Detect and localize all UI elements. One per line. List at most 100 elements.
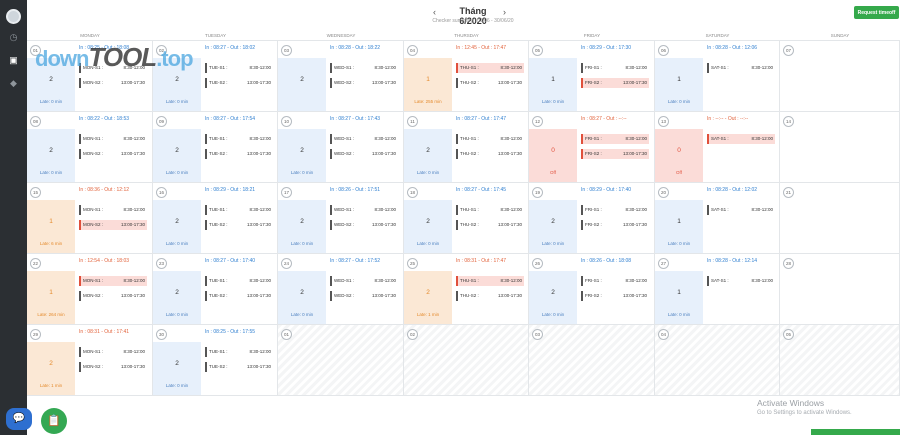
day-cell[interactable]: 06 In : 08:28 - Out : 12:06 1 Late: 0 min SA… [655,41,780,112]
shift-entry[interactable]: TUE-S1 : 8:30-12:00 [205,347,273,357]
shift-count: 2 [551,289,555,296]
shift-entry[interactable]: WED-S1 : 8:30-12:00 [330,134,398,144]
day-cell[interactable]: 21 [780,183,900,254]
shift-entry[interactable]: FRI-S1 : 8:30-12:00 [581,134,649,144]
shift-entry[interactable]: MON-S1 : 8:30-12:00 [79,205,147,215]
request-timeoff-button[interactable]: Request timeoff [854,6,899,19]
shift-entry[interactable]: WED-S2 : 13:00-17:30 [330,78,398,88]
shift-entry[interactable]: TUE-S1 : 8:30-12:00 [205,63,273,73]
shift-entry[interactable]: SAT-S1 : 8:30-12:00 [707,205,775,215]
shift-time: 13:00-17:30 [371,222,396,227]
day-cell[interactable]: 01 [278,325,404,396]
shift-entry[interactable]: MON-S1 : 8:30-12:00 [79,347,147,357]
day-cell[interactable]: 10 In : 08:27 - Out : 17:43 2 Late: 0 min WE… [278,112,404,183]
day-cell[interactable]: 11 In : 08:27 - Out : 17:47 2 Late: 0 min TH… [404,112,529,183]
shift-time: 13:00-17:30 [497,222,522,227]
shift-entry[interactable]: WED-S1 : 8:30-12:00 [330,205,398,215]
shift-entry[interactable]: MON-S1 : 8:30-12:00 [79,276,147,286]
checker-summary: Checker summary : 01/06 - 30/06/20 [432,18,514,24]
day-cell[interactable]: 22 In : 12:54 - Out : 18:03 1 Late: 264 min… [27,254,153,325]
shift-entry[interactable]: FRI-S1 : 8:30-12:00 [581,276,649,286]
shift-entry[interactable]: TUE-S1 : 8:30-12:00 [205,276,273,286]
shift-entry[interactable]: SAT-S1 : 8:30-12:00 [707,134,775,144]
day-cell[interactable]: 04 In : 12:45 - Out : 17:47 1 Late: 255 min… [404,41,529,112]
day-cell[interactable]: 25 In : 08:31 - Out : 17:47 2 Late: 1 min TH… [404,254,529,325]
day-cell[interactable]: 23 In : 08:27 - Out : 17:40 2 Late: 0 min TU… [153,254,278,325]
shift-entry[interactable]: SAT-S1 : 8:30-12:00 [707,63,775,73]
day-cell[interactable]: 03 [529,325,655,396]
shift-entry[interactable]: MON-S2 : 13:00-17:30 [79,291,147,301]
day-cell[interactable]: 18 In : 08:27 - Out : 17:45 2 Late: 0 min TH… [404,183,529,254]
day-cell[interactable]: 20 In : 08:28 - Out : 12:02 1 Late: 0 min SA… [655,183,780,254]
shift-entry[interactable]: MON-S2 : 13:00-17:30 [79,78,147,88]
shift-entry[interactable]: FRI-S2 : 13:00-17:30 [581,149,649,159]
shift-entry[interactable]: FRI-S2 : 13:00-17:30 [581,220,649,230]
day-cell[interactable]: 02 [404,325,529,396]
shift-entry[interactable]: WED-S2 : 13:00-17:30 [330,291,398,301]
day-number: 12 [532,116,543,127]
shift-entry[interactable]: FRI-S1 : 8:30-12:00 [581,63,649,73]
day-cell[interactable]: 09 In : 08:27 - Out : 17:54 2 Late: 0 min TU… [153,112,278,183]
day-cell[interactable]: 07 [780,41,900,112]
shift-entry[interactable]: FRI-S2 : 13:00-17:30 [581,291,649,301]
day-cell[interactable]: 14 [780,112,900,183]
day-cell[interactable]: 03 In : 08:28 - Out : 18:22 2 WED-S1 : 8:30-… [278,41,404,112]
shift-entry[interactable]: TUE-S2 : 13:00-17:30 [205,362,273,372]
day-cell[interactable]: 04 [655,325,780,396]
day-cell[interactable]: 05 [780,325,900,396]
shift-entry[interactable]: TUE-S2 : 13:00-17:30 [205,78,273,88]
day-number: 26 [532,258,543,269]
day-cell[interactable]: 16 In : 08:29 - Out : 18:21 2 Late: 0 min TU… [153,183,278,254]
day-cell[interactable]: 28 [780,254,900,325]
shift-entry[interactable]: MON-S2 : 13:00-17:30 [79,362,147,372]
shift-entry[interactable]: MON-S2 : 13:00-17:30 [79,220,147,230]
shift-entry[interactable]: MON-S1 : 8:30-12:00 [79,134,147,144]
shift-entry[interactable]: THU-S2 : 13:00-17:30 [456,149,524,159]
clock-icon[interactable]: ◷ [9,33,18,42]
prev-month-button[interactable]: ‹ [433,7,436,17]
shift-entry[interactable]: WED-S2 : 13:00-17:30 [330,149,398,159]
chat-button[interactable]: 💬 [6,408,32,430]
shift-entry[interactable]: THU-S1 : 8:30-12:00 [456,63,524,73]
day-cell[interactable]: 29 In : 08:31 - Out : 17:41 2 Late: 1 min MO… [27,325,153,396]
day-cell[interactable]: 13 In : --:-- - Out : --:-- 0 Off SAT-S1 : 8:… [655,112,780,183]
user-avatar[interactable] [6,9,21,24]
clipboard-button[interactable]: 📋 [41,408,67,434]
shift-entry[interactable]: TUE-S2 : 13:00-17:30 [205,220,273,230]
shift-entry[interactable]: WED-S1 : 8:30-12:00 [330,276,398,286]
shift-entry[interactable]: THU-S2 : 13:00-17:30 [456,291,524,301]
shift-entry[interactable]: FRI-S1 : 8:30-12:00 [581,205,649,215]
checkin-checkout-time: In : 08:27 - Out : 17:43 [330,116,381,122]
next-month-button[interactable]: › [503,7,506,17]
shift-entry[interactable]: THU-S2 : 13:00-17:30 [456,220,524,230]
day-cell[interactable]: 12 In : 08:27 - Out : --:-- 0 Off FRI-S1 : 8:… [529,112,655,183]
shift-entry[interactable]: MON-S2 : 13:00-17:30 [79,149,147,159]
bell-icon[interactable]: ◆ [9,79,18,88]
day-cell[interactable]: 24 In : 08:27 - Out : 17:52 2 Late: 0 min WE… [278,254,404,325]
shift-entry[interactable]: FRI-S2 : 13:00-17:30 [581,78,649,88]
shift-entry[interactable]: WED-S1 : 8:30-12:00 [330,63,398,73]
checkin-checkout-time: In : 08:28 - Out : 18:22 [330,45,381,51]
shift-entry[interactable]: THU-S2 : 13:00-17:30 [456,78,524,88]
day-cell[interactable]: 08 In : 08:22 - Out : 18:53 2 Late: 0 min MO… [27,112,153,183]
day-cell[interactable]: 17 In : 08:26 - Out : 17:51 2 Late: 0 min WE… [278,183,404,254]
day-cell[interactable]: 30 In : 08:25 - Out : 17:55 2 Late: 0 min TU… [153,325,278,396]
weekday-tuesday: TUESDAY [153,30,278,41]
shift-time: 8:30-12:00 [625,65,647,70]
shift-entry[interactable]: SAT-S1 : 8:30-12:00 [707,276,775,286]
day-cell[interactable]: 19 In : 08:29 - Out : 17:40 2 Late: 0 min FR… [529,183,655,254]
day-cell[interactable]: 26 In : 08:26 - Out : 18:08 2 Late: 0 min FR… [529,254,655,325]
shift-entry[interactable]: TUE-S1 : 8:30-12:00 [205,134,273,144]
day-cell[interactable]: 27 In : 08:28 - Out : 12:14 1 Late: 0 min SA… [655,254,780,325]
shift-count: 2 [551,218,555,225]
day-cell[interactable]: 15 In : 08:36 - Out : 12:12 1 Late: 6 min MO… [27,183,153,254]
shift-entry[interactable]: WED-S2 : 13:00-17:30 [330,220,398,230]
shift-entry[interactable]: TUE-S2 : 13:00-17:30 [205,149,273,159]
calendar-icon[interactable]: ▣ [9,56,18,65]
shift-entry[interactable]: THU-S1 : 8:30-12:00 [456,276,524,286]
day-cell[interactable]: 05 In : 08:29 - Out : 17:30 1 Late: 0 min FR… [529,41,655,112]
shift-entry[interactable]: TUE-S1 : 8:30-12:00 [205,205,273,215]
shift-entry[interactable]: TUE-S2 : 13:00-17:30 [205,291,273,301]
shift-entry[interactable]: THU-S1 : 8:30-12:00 [456,205,524,215]
shift-entry[interactable]: THU-S1 : 8:30-12:00 [456,134,524,144]
